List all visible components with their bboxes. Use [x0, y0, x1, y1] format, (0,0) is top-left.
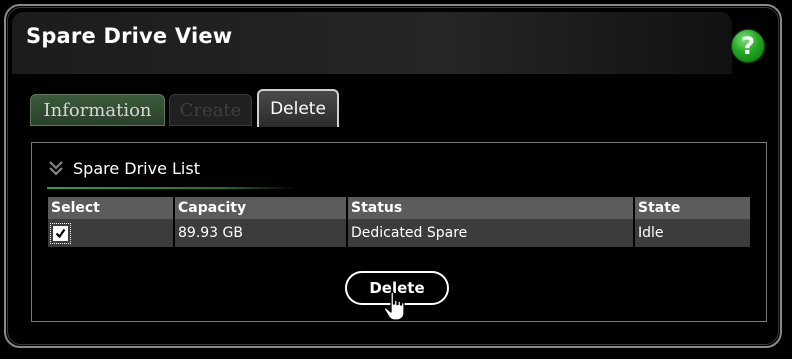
- column-header-state[interactable]: State: [634, 197, 750, 219]
- state-cell: Idle: [634, 219, 750, 247]
- capacity-cell: 89.93 GB: [174, 219, 348, 247]
- column-header-select[interactable]: Select: [48, 197, 175, 219]
- section-divider: [47, 187, 297, 189]
- table-header-row: Select Capacity Status State: [48, 197, 750, 219]
- select-cell: [48, 219, 175, 247]
- help-icon[interactable]: ?: [731, 29, 765, 63]
- section-header[interactable]: Spare Drive List: [48, 159, 298, 185]
- select-checkbox[interactable]: [50, 222, 71, 244]
- checkmark-icon: [55, 228, 66, 238]
- window-title: Spare Drive View: [26, 24, 233, 48]
- tab-delete[interactable]: Delete: [257, 89, 339, 127]
- column-header-status[interactable]: Status: [347, 197, 635, 219]
- chevron-down-double-icon[interactable]: [48, 159, 68, 179]
- section-title: Spare Drive List: [73, 159, 200, 178]
- column-header-capacity[interactable]: Capacity: [174, 197, 348, 219]
- table-row: 89.93 GB Dedicated Spare Idle: [48, 219, 750, 247]
- status-cell: Dedicated Spare: [347, 219, 635, 247]
- spare-drive-table: Select Capacity Status State 89.93 GB De…: [48, 197, 750, 247]
- hand-cursor-icon: [383, 291, 405, 321]
- tab-create: Create: [169, 94, 252, 126]
- tab-information[interactable]: Information: [30, 94, 165, 126]
